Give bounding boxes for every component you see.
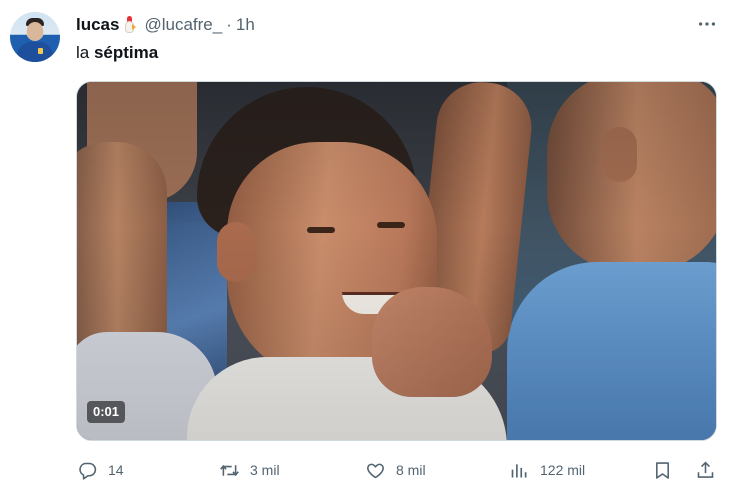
user-handle[interactable]: @lucafre_ [144,15,222,35]
display-name[interactable]: lucas [76,15,119,35]
tweet[interactable]: lucas @lucafre_ · 1h la séptima 0:01 14 … [0,0,739,497]
heart-icon [367,463,384,478]
more-options-button[interactable] [695,12,719,36]
tweet-text-bold: séptima [93,43,159,62]
reply-button[interactable]: 14 [77,458,124,482]
share-icon [697,461,714,478]
post-time[interactable]: 1h [236,15,255,35]
bookmark-icon [656,461,669,479]
like-button[interactable]: 8 mil [365,458,426,482]
avatar-shirt [17,42,53,62]
action-bar: 14 3 mil 8 mil 122 mil [0,452,739,488]
reply-icon [79,462,97,480]
like-count: 8 mil [396,462,426,478]
tweet-text-plain: la [76,43,94,62]
views-chart-icon [511,463,527,477]
tweet-header: lucas @lucafre_ · 1h [76,14,255,36]
video-duration-badge: 0:01 [87,401,126,423]
retweet-count: 3 mil [250,462,280,478]
video-frame [77,82,716,440]
separator-dot: · [226,15,232,34]
retweet-icon [220,464,239,476]
rooster-icon [122,15,137,35]
video-player[interactable]: 0:01 [76,81,717,441]
view-count: 122 mil [540,462,586,478]
bookmark-button[interactable] [652,458,673,482]
tweet-text: la séptima [76,42,158,64]
views-button[interactable]: 122 mil [509,458,585,482]
avatar[interactable] [10,12,60,62]
share-button[interactable] [695,458,716,482]
reply-count: 14 [108,462,124,478]
avatar-crest [38,48,43,54]
avatar-face [27,22,43,41]
retweet-button[interactable]: 3 mil [219,458,280,482]
more-horizontal-icon [698,22,716,26]
